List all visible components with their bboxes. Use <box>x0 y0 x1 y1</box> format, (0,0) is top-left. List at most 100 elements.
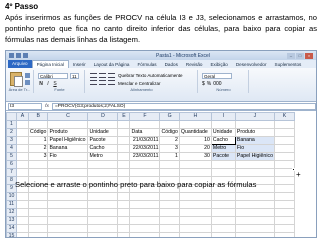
number-format-select[interactable]: Geral <box>202 73 232 79</box>
cell[interactable] <box>117 128 131 137</box>
cell[interactable]: 2 <box>159 136 180 145</box>
row-header[interactable]: 2 <box>6 128 17 137</box>
cell[interactable]: 21/03/2011 <box>129 136 161 145</box>
tab-insert[interactable]: Inserir <box>69 62 90 67</box>
cell[interactable] <box>27 192 49 201</box>
cell[interactable] <box>16 136 29 145</box>
cell[interactable] <box>16 128 29 137</box>
cell[interactable] <box>178 192 212 201</box>
cell[interactable]: 2 <box>27 144 49 153</box>
cell[interactable]: Banana <box>234 136 275 145</box>
cell[interactable]: 3 <box>27 152 49 161</box>
cell[interactable] <box>117 232 131 237</box>
cell[interactable]: 23/03/2011 <box>129 152 161 161</box>
cell[interactable] <box>87 232 119 237</box>
cell[interactable] <box>117 160 131 169</box>
tab-view[interactable]: Exibição <box>206 62 231 67</box>
cell[interactable] <box>47 160 89 169</box>
cell[interactable] <box>210 168 236 177</box>
cut-icon[interactable] <box>25 73 30 78</box>
cell[interactable] <box>234 160 275 169</box>
fill-handle[interactable] <box>292 168 295 171</box>
cell[interactable] <box>234 168 275 177</box>
cell[interactable] <box>159 160 180 169</box>
cell[interactable]: Pacote <box>210 152 236 161</box>
cell[interactable] <box>210 200 236 209</box>
column-header[interactable]: K <box>273 112 295 121</box>
cell[interactable] <box>178 232 212 237</box>
tab-file[interactable]: Arquivo <box>8 60 32 68</box>
cell[interactable] <box>27 232 49 237</box>
cell[interactable] <box>210 224 236 233</box>
wrap-text-button[interactable]: Quebrar Texto Automaticamente <box>118 73 182 78</box>
column-header[interactable]: F <box>129 112 161 121</box>
cell[interactable] <box>273 192 295 201</box>
cell[interactable]: Código <box>27 128 49 137</box>
cell[interactable] <box>210 216 236 225</box>
row-header[interactable]: 3 <box>6 136 17 145</box>
formula-input[interactable]: =PROCV(G3;produtos;2;FALSO) <box>52 102 316 110</box>
select-all-corner[interactable] <box>6 112 17 121</box>
cell[interactable] <box>47 200 89 209</box>
row-header[interactable]: 1 <box>6 120 17 129</box>
cell[interactable]: Metro <box>87 152 119 161</box>
cell[interactable] <box>87 120 119 129</box>
cell[interactable] <box>16 216 29 225</box>
font-size-select[interactable]: 11 <box>70 73 79 79</box>
cell[interactable] <box>117 152 131 161</box>
cell[interactable]: 10 <box>178 136 212 145</box>
cell[interactable] <box>273 128 295 137</box>
maximize-button[interactable]: □ <box>296 52 304 59</box>
cell[interactable] <box>16 224 29 233</box>
save-icon[interactable] <box>9 53 14 58</box>
cell[interactable] <box>87 192 119 201</box>
cell[interactable] <box>273 120 295 129</box>
cell[interactable] <box>47 224 89 233</box>
column-header[interactable]: C <box>47 112 89 121</box>
cell[interactable] <box>16 144 29 153</box>
cell[interactable] <box>234 120 275 129</box>
cell[interactable]: 1 <box>27 136 49 145</box>
cell[interactable] <box>210 232 236 237</box>
cell[interactable]: Pacote <box>87 136 119 145</box>
cell[interactable] <box>47 168 89 177</box>
cell[interactable] <box>47 208 89 217</box>
fx-icon[interactable]: fx <box>42 104 52 109</box>
cell[interactable] <box>234 232 275 237</box>
cell[interactable] <box>178 208 212 217</box>
cell[interactable]: Banana <box>47 144 89 153</box>
cell[interactable] <box>273 208 295 217</box>
cell[interactable] <box>159 208 180 217</box>
cell[interactable] <box>47 216 89 225</box>
column-header[interactable]: E <box>117 112 131 121</box>
cell[interactable] <box>273 136 295 145</box>
cell[interactable] <box>16 120 29 129</box>
tab-data[interactable]: Dados <box>161 62 182 67</box>
cell[interactable] <box>16 232 29 237</box>
cell[interactable] <box>159 216 180 225</box>
cell[interactable]: Fio <box>47 152 89 161</box>
cell[interactable] <box>159 200 180 209</box>
cell[interactable] <box>159 224 180 233</box>
cell[interactable]: Produto <box>47 128 89 137</box>
cell[interactable] <box>129 208 161 217</box>
cell[interactable]: 1 <box>159 152 180 161</box>
cell[interactable] <box>210 120 236 129</box>
column-header[interactable]: I <box>210 112 236 121</box>
cell[interactable] <box>273 152 295 161</box>
merge-center-button[interactable]: Mesclar e Centralizar <box>118 81 161 86</box>
cell[interactable] <box>47 120 89 129</box>
column-header[interactable]: G <box>159 112 180 121</box>
cell[interactable]: Metro <box>210 144 236 153</box>
cell[interactable] <box>47 232 89 237</box>
cell[interactable] <box>87 224 119 233</box>
cell[interactable] <box>87 200 119 209</box>
name-box[interactable]: I3 <box>8 102 42 110</box>
column-header[interactable]: J <box>234 112 275 121</box>
cell[interactable] <box>178 168 212 177</box>
cell[interactable] <box>234 216 275 225</box>
cell[interactable] <box>129 200 161 209</box>
cell[interactable]: Código <box>159 128 180 137</box>
cell[interactable] <box>273 144 295 153</box>
cell[interactable]: Quantidade <box>178 128 212 137</box>
